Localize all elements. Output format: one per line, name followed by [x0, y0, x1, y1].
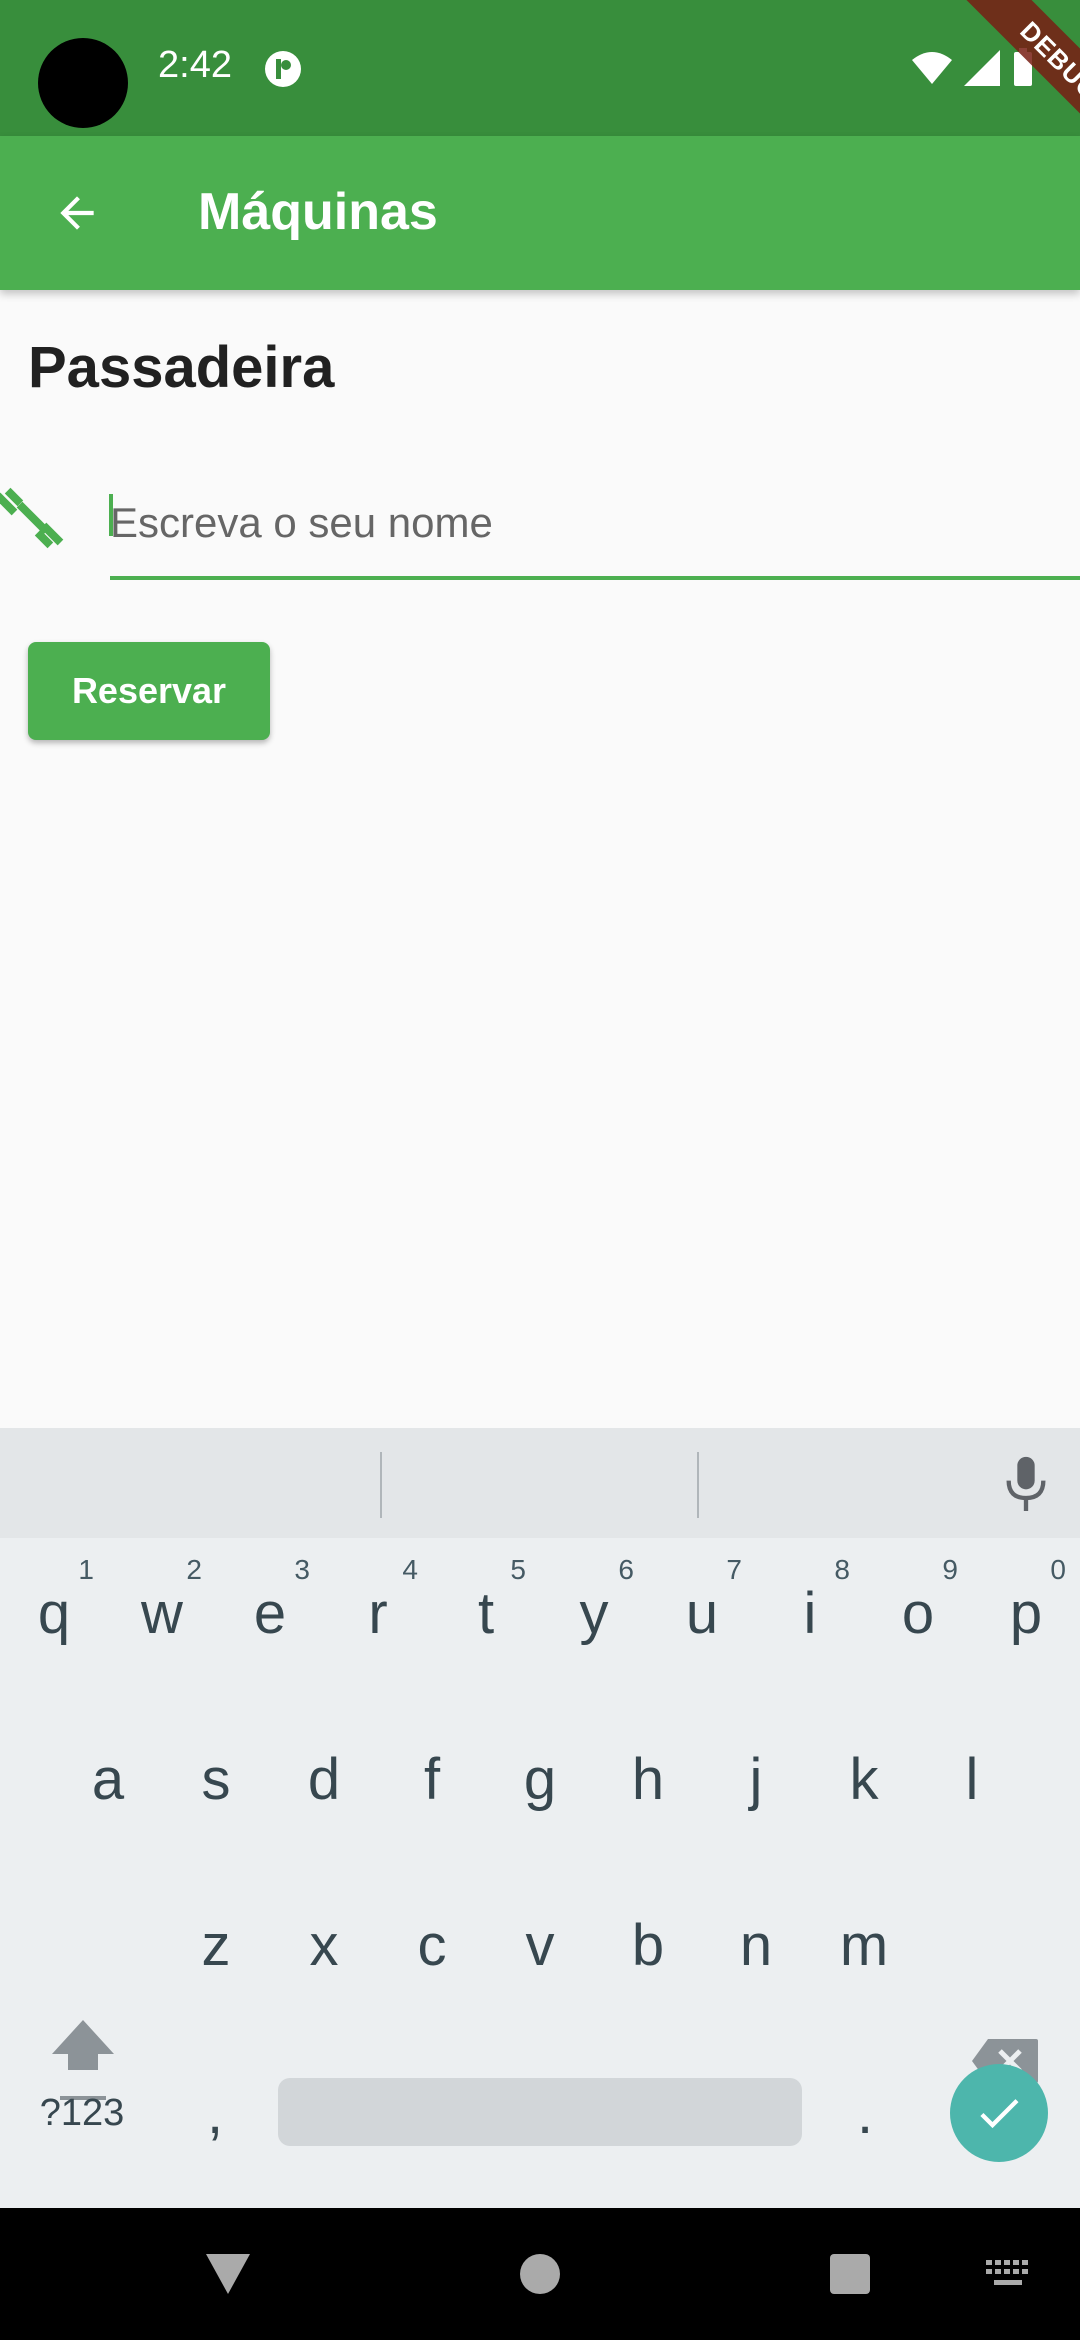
key-x[interactable]: x [270, 1870, 378, 2020]
keyboard-switch-icon[interactable] [986, 2260, 1030, 2290]
key-h[interactable]: h [594, 1704, 702, 1854]
key-p[interactable]: p0 [972, 1538, 1080, 1688]
key-letter: t [477, 1580, 495, 1646]
key-letter: o [901, 1580, 935, 1646]
key-g[interactable]: g [486, 1704, 594, 1854]
key-c[interactable]: c [378, 1870, 486, 2020]
key-letter: w [141, 1580, 183, 1646]
suggestion-bar [0, 1428, 1080, 1538]
key-number-hint: 0 [1050, 1554, 1066, 1585]
key-f[interactable]: f [378, 1704, 486, 1854]
key-number-hint: 7 [726, 1554, 742, 1585]
name-input[interactable] [110, 470, 1080, 580]
space-key[interactable] [278, 2078, 802, 2146]
key-number-hint: 8 [834, 1554, 850, 1585]
fitness-icon [0, 487, 64, 549]
arrow-back-icon [60, 196, 94, 230]
machine-title: Passadeira [28, 335, 335, 400]
back-button[interactable] [40, 176, 114, 250]
status-bar: 2:42 DEBUG [0, 0, 1080, 170]
soft-keyboard: q1w2e3r4t5y6u7i8o9p0 asdfghjkl zxcvbnm ?… [0, 1428, 1080, 2208]
camera-cutout [38, 38, 128, 128]
microphone-icon[interactable] [1000, 1454, 1052, 1516]
nav-back-icon[interactable] [204, 2252, 252, 2296]
checkmark-icon [980, 2099, 1019, 2129]
key-s[interactable]: s [162, 1704, 270, 1854]
nav-home-icon[interactable] [520, 2254, 560, 2294]
app-bar: Máquinas [0, 136, 1080, 290]
enter-key[interactable] [950, 2064, 1048, 2162]
app-title: Máquinas [198, 183, 438, 241]
key-letter: q [37, 1580, 71, 1646]
key-letter: i [803, 1580, 817, 1646]
key-o[interactable]: o9 [864, 1538, 972, 1688]
key-e[interactable]: e3 [216, 1538, 324, 1688]
key-q[interactable]: q1 [0, 1538, 108, 1688]
key-number-hint: 4 [402, 1554, 418, 1585]
key-v[interactable]: v [486, 1870, 594, 2020]
key-letter: p [1009, 1580, 1043, 1646]
notification-app-icon [265, 51, 301, 87]
key-number-hint: 3 [294, 1554, 310, 1585]
navigation-bar [0, 2208, 1080, 2340]
suggestion-divider [380, 1452, 382, 1518]
key-t[interactable]: t5 [432, 1538, 540, 1688]
key-u[interactable]: u7 [648, 1538, 756, 1688]
key-l[interactable]: l [918, 1704, 1026, 1854]
comma-key[interactable]: , [160, 2038, 270, 2188]
key-number-hint: 9 [942, 1554, 958, 1585]
key-m[interactable]: m [810, 1870, 918, 2020]
reserve-button[interactable]: Reservar [28, 642, 270, 740]
key-number-hint: 6 [618, 1554, 634, 1585]
key-k[interactable]: k [810, 1704, 918, 1854]
key-letter: u [685, 1580, 719, 1646]
text-cursor [109, 494, 113, 536]
period-key[interactable]: . [810, 2038, 920, 2188]
key-number-hint: 2 [186, 1554, 202, 1585]
key-d[interactable]: d [270, 1704, 378, 1854]
key-i[interactable]: i8 [756, 1538, 864, 1688]
nav-recents-icon[interactable] [830, 2254, 870, 2294]
key-number-hint: 5 [510, 1554, 526, 1585]
key-letter: y [579, 1580, 609, 1646]
status-time: 2:42 [158, 44, 232, 86]
key-j[interactable]: j [702, 1704, 810, 1854]
key-letter: r [368, 1580, 388, 1646]
key-r[interactable]: r4 [324, 1538, 432, 1688]
key-a[interactable]: a [54, 1704, 162, 1854]
key-letter: e [253, 1580, 287, 1646]
key-b[interactable]: b [594, 1870, 702, 2020]
key-number-hint: 1 [78, 1554, 94, 1585]
key-z[interactable]: z [162, 1870, 270, 2020]
key-w[interactable]: w2 [108, 1538, 216, 1688]
symbols-key[interactable]: ?123 [18, 2038, 146, 2188]
key-n[interactable]: n [702, 1870, 810, 2020]
suggestion-divider [697, 1452, 699, 1518]
key-y[interactable]: y6 [540, 1538, 648, 1688]
